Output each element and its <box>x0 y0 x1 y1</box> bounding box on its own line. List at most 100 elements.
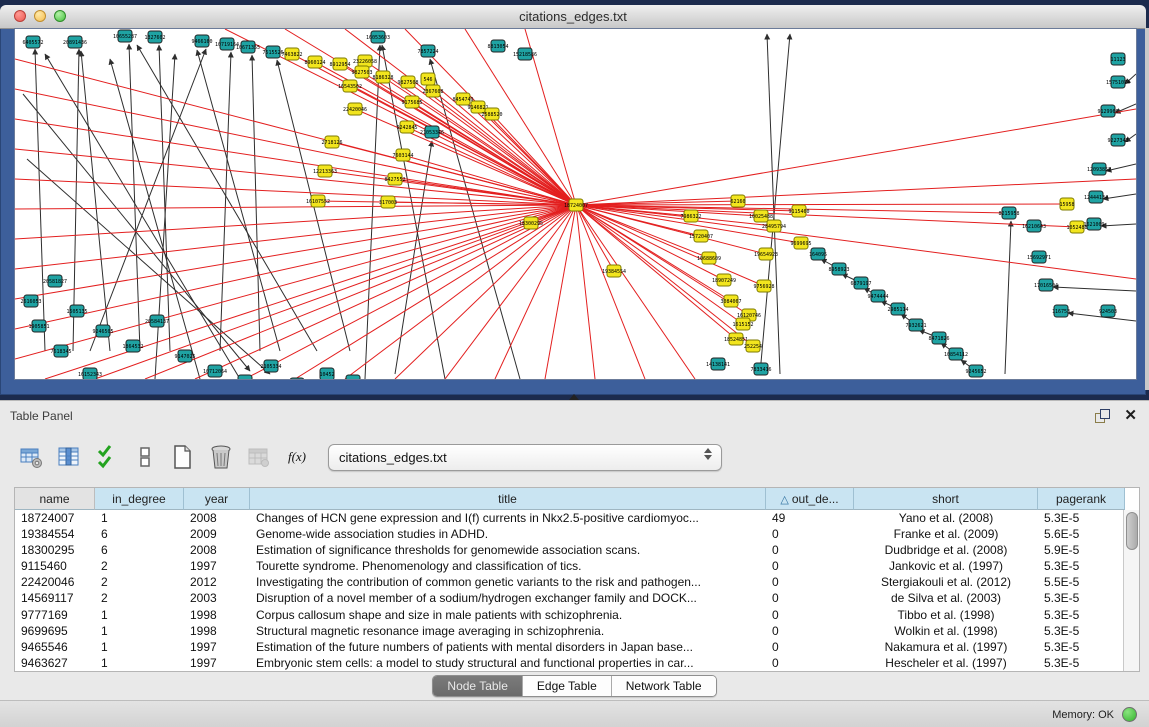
graph-node[interactable]: 7833416 <box>750 363 771 375</box>
column-header-name[interactable]: name <box>15 488 95 510</box>
delete-table-button[interactable] <box>244 442 274 472</box>
table-row[interactable]: 1456911722003Disruption of a novel membe… <box>15 590 1139 606</box>
graph-node[interactable]: 10671355 <box>236 41 260 53</box>
column-header-pagerank[interactable]: pagerank <box>1038 488 1125 510</box>
graph-node[interactable]: 9175685 <box>401 96 422 108</box>
graph-node[interactable]: 12093852 <box>1087 163 1111 175</box>
table-row[interactable]: 946554611997Estimation of the future num… <box>15 639 1139 655</box>
graph-node[interactable]: 252254 <box>744 340 762 352</box>
graph-node[interactable]: 8215958 <box>998 207 1019 219</box>
graph-node[interactable]: 7603144 <box>392 149 413 161</box>
graph-node[interactable]: 7932621 <box>905 319 926 331</box>
graph-node[interactable]: 8912954 <box>329 58 350 70</box>
graph-node[interactable]: 8427552 <box>384 173 405 185</box>
graph-node[interactable]: 19384554 <box>602 265 626 277</box>
graph-node[interactable]: 19654923 <box>754 248 778 260</box>
graph-node[interactable]: 17016504 <box>1034 279 1058 291</box>
graph-node[interactable]: 15692971 <box>1027 251 1051 263</box>
graph-node[interactable]: 10452 <box>319 368 334 379</box>
graph-node[interactable]: 1864532 <box>122 340 143 352</box>
graph-node[interactable]: 164095 <box>809 248 827 260</box>
tab-edge-table[interactable]: Edge Table <box>523 676 612 696</box>
scrollbar-thumb[interactable] <box>1126 512 1138 550</box>
float-panel-icon[interactable] <box>1095 409 1109 423</box>
graph-node[interactable]: 9505315 <box>286 378 307 379</box>
graph-node[interactable]: 23226058 <box>353 55 377 67</box>
tab-node-table[interactable]: Node Table <box>433 676 523 696</box>
graph-node[interactable]: 8471826 <box>928 332 949 344</box>
graph-node[interactable]: 1905851 <box>28 320 49 332</box>
graph-node[interactable]: 9246505 <box>92 325 113 337</box>
graph-node[interactable]: 16454 <box>345 375 360 379</box>
table-row[interactable]: 911546021997Tourette syndrome. Phenomeno… <box>15 558 1139 574</box>
column-header-year[interactable]: year <box>184 488 250 510</box>
select-column-button[interactable] <box>54 442 84 472</box>
graph-node[interactable]: 16210643 <box>1022 220 1046 232</box>
graph-node[interactable]: 8813054 <box>487 40 508 52</box>
graph-node[interactable]: 1505135 <box>66 305 87 317</box>
graph-node[interactable]: 15720407 <box>689 230 713 242</box>
graph-node[interactable]: 16152343 <box>78 368 102 379</box>
graph-node[interactable]: 6405572 <box>22 36 43 48</box>
graph-node[interactable]: 15751074 <box>1106 76 1130 88</box>
graph-node[interactable]: 10854112 <box>944 348 968 360</box>
graph-node[interactable]: 9827508 <box>397 76 418 88</box>
graph-node[interactable]: 1327602 <box>144 31 165 43</box>
graph-node[interactable]: 317003 <box>379 196 397 208</box>
graph-node[interactable]: 7618345 <box>50 345 71 357</box>
graph-node[interactable]: 9147025 <box>174 350 195 362</box>
graph-node[interactable]: 8186328 <box>372 71 393 83</box>
graph-node[interactable]: 8454749 <box>452 93 473 105</box>
table-row[interactable]: 1938455462009Genome-wide association stu… <box>15 526 1139 542</box>
tab-network-table[interactable]: Network Table <box>612 676 716 696</box>
close-panel-icon[interactable]: ✕ <box>1124 406 1137 424</box>
graph-node[interactable]: 1615152 <box>732 318 753 330</box>
function-builder-button[interactable]: f(x) <box>282 442 312 472</box>
deselect-all-button[interactable] <box>130 442 160 472</box>
graph-node[interactable]: 546 <box>421 73 435 85</box>
graph-node[interactable]: 924503 <box>1099 305 1117 317</box>
network-window-titlebar[interactable]: citations_edges.txt <box>0 5 1146 29</box>
new-file-button[interactable] <box>168 442 198 472</box>
graph-node[interactable]: 2588520 <box>481 108 502 120</box>
graph-node[interactable]: 14138141 <box>706 358 730 370</box>
column-header-in-degree[interactable]: in_degree <box>95 488 184 510</box>
graph-node[interactable]: 16107552 <box>306 195 330 207</box>
graph-node[interactable]: 7515526 <box>262 46 283 58</box>
graph-node[interactable]: 6879197 <box>850 277 871 289</box>
delete-rows-button[interactable] <box>206 442 236 472</box>
graph-node[interactable]: 2105334 <box>260 360 281 372</box>
graph-node[interactable]: 9699695 <box>790 237 811 249</box>
table-vertical-scrollbar[interactable] <box>1123 510 1139 671</box>
table-row[interactable]: 946362711997Embryonic stem cells: a mode… <box>15 655 1139 671</box>
graph-node[interactable]: 9227343 <box>1107 134 1128 146</box>
graph-node[interactable]: 9129966 <box>1097 105 1118 117</box>
graph-node[interactable]: 9756928 <box>753 280 774 292</box>
graph-node[interactable]: 20891436 <box>63 36 87 48</box>
graph-node[interactable]: 2367608 <box>422 85 443 97</box>
graph-node[interactable]: 21053346 <box>420 126 444 138</box>
table-row[interactable]: 2242004622012Investigating the contribut… <box>15 574 1139 590</box>
table-row[interactable]: 969969511998Structural magnetic resonanc… <box>15 623 1139 639</box>
graph-node[interactable]: 9466160 <box>191 35 212 47</box>
graph-node[interactable]: 16053603 <box>366 31 390 43</box>
graph-node[interactable]: 9827503 <box>351 66 372 78</box>
graph-node[interactable]: 10712064 <box>203 365 227 377</box>
column-header-short[interactable]: short <box>854 488 1038 510</box>
graph-node[interactable]: 7986322 <box>680 210 701 222</box>
select-all-button[interactable] <box>92 442 122 472</box>
graph-node[interactable]: 20584137 <box>145 315 169 327</box>
graph-node[interactable]: 8958923 <box>828 263 849 275</box>
network-canvas[interactable]: 6405572208914361065528713276029466160107… <box>15 29 1136 379</box>
graph-node[interactable]: 9245652 <box>965 365 986 377</box>
column-header-out-de-[interactable]: △out_de... <box>766 488 854 510</box>
graph-node[interactable]: 1052488 <box>1066 221 1087 233</box>
table-row[interactable]: 977716911998Corpus callosum shape and si… <box>15 607 1139 623</box>
graph-node[interactable]: 2985114 <box>887 303 908 315</box>
graph-node[interactable]: 9242845 <box>396 121 417 133</box>
graph-node[interactable]: 3084067 <box>720 295 741 307</box>
graph-node[interactable]: 15958 <box>1059 198 1074 210</box>
table-select-dropdown[interactable]: citations_edges.txt <box>328 444 722 471</box>
graph-node[interactable]: 19645230 <box>233 375 257 379</box>
graph-node[interactable]: 2616053 <box>20 295 41 307</box>
